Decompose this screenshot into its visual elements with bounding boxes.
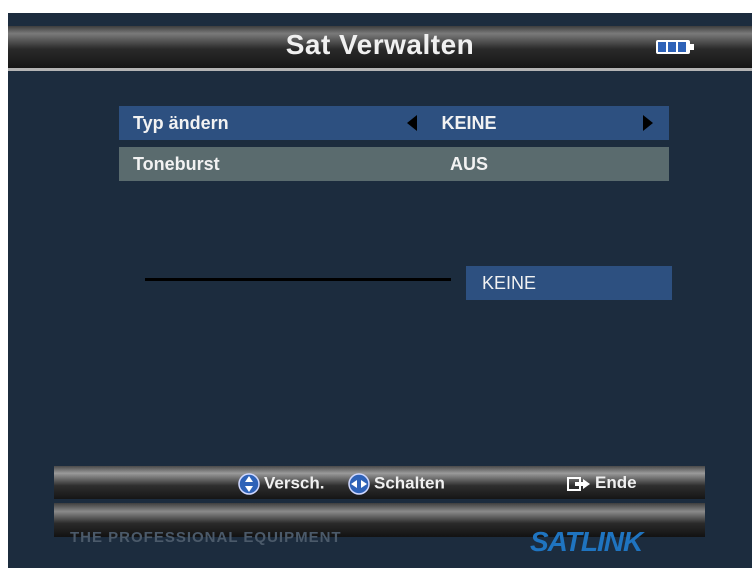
hint-exit-label: Ende <box>595 473 637 492</box>
signal-line <box>145 278 451 281</box>
hint-move: Versch. <box>238 473 325 495</box>
menu-item-toneburst[interactable]: Toneburst AUS <box>119 147 669 181</box>
hint-switch: Schalten <box>348 473 445 495</box>
menu-item-value: KEINE <box>441 113 497 133</box>
up-down-icon <box>238 473 260 495</box>
help-bar: Versch. Schalten Ende <box>54 466 705 499</box>
menu-item-value: AUS <box>449 154 488 174</box>
menu-item-typ-aendern[interactable]: Typ ändern KEINE <box>119 106 669 140</box>
hint-move-label: Versch. <box>264 473 325 493</box>
status-value: KEINE <box>482 273 537 293</box>
brand-tagline: THE PROFESSIONAL EQUIPMENT <box>70 529 342 546</box>
hint-exit: Ende <box>567 473 637 493</box>
exit-icon <box>567 476 590 491</box>
tv-screen: Sat Verwalten Typ ändern KEINE Toneburst… <box>8 13 752 568</box>
battery-icon <box>656 40 694 54</box>
status-box: KEINE <box>466 266 672 300</box>
arrow-right-icon[interactable] <box>643 115 653 131</box>
page-title: Sat Verwalten <box>285 29 475 60</box>
hint-switch-label: Schalten <box>374 473 445 493</box>
title-bar: Sat Verwalten <box>8 26 752 71</box>
brand-logo: SATLINK <box>530 526 643 557</box>
left-right-icon <box>348 473 370 495</box>
